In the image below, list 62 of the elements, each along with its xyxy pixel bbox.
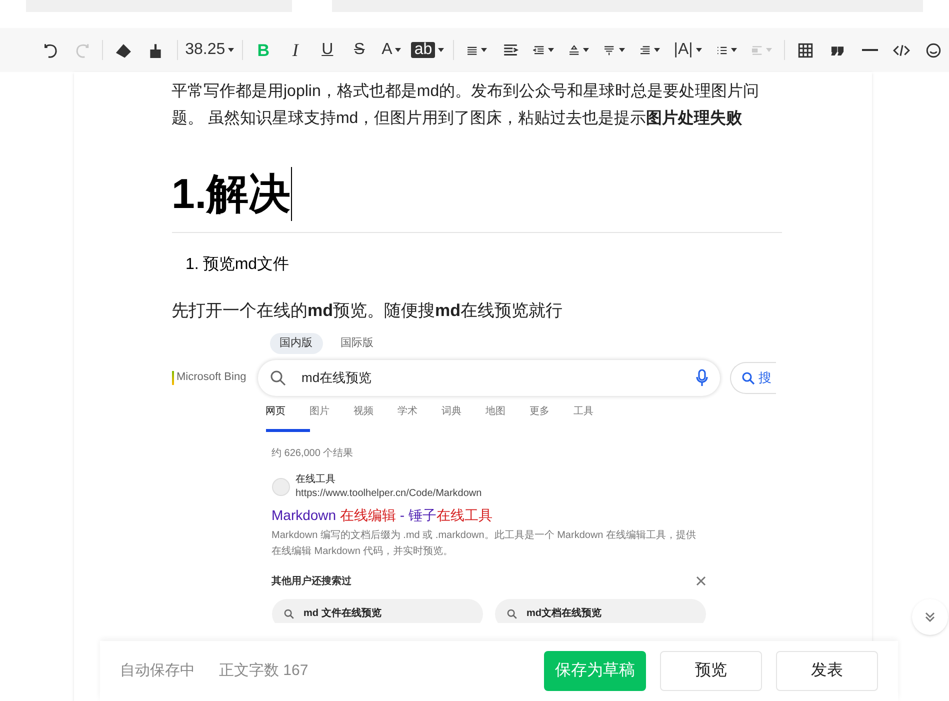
format-button[interactable]: I [280, 36, 310, 64]
paragraph: 先打开一个在线的md预览。随便搜md在线预览就行 [172, 300, 564, 322]
search-tab[interactable]: 学术 [398, 402, 442, 432]
dropdown-caret-icon [481, 48, 488, 52]
visual-search-button[interactable]: 搜 [730, 362, 776, 394]
search-tab[interactable]: 网页 [266, 402, 310, 432]
dropdown-caret-icon [766, 48, 772, 52]
search-icon [270, 370, 286, 386]
word-count: 正文字数 167 [219, 660, 308, 681]
format-button[interactable]: 38.25 [184, 36, 236, 64]
version-tab[interactable]: 国际版 [330, 333, 384, 354]
format-button[interactable]: S [344, 36, 374, 64]
site-favicon-icon [272, 478, 290, 496]
search-field[interactable]: md在线预览 [258, 360, 720, 396]
dropdown-caret-icon [548, 48, 554, 52]
search-tab[interactable]: 地图 [486, 402, 530, 432]
related-search-chip[interactable]: md文档在线预览 [494, 598, 706, 623]
search-tab[interactable]: 视频 [354, 402, 398, 432]
double-chevron-down-icon [923, 610, 937, 624]
dropdown-caret-icon [228, 48, 234, 52]
list-item: 预览md文件 [202, 254, 290, 275]
list-number: 1. [186, 255, 199, 275]
dropdown-caret-icon [583, 48, 590, 52]
indent-icon [502, 42, 519, 58]
related-search-chip[interactable]: md 文件在线预览 [272, 598, 482, 623]
dropdown-caret-icon [618, 48, 625, 52]
search-tab[interactable]: 工具 [574, 402, 618, 432]
microphone-icon [696, 368, 708, 386]
search-tab[interactable]: 词典 [442, 402, 486, 432]
site-url: https://www.toolhelper.cn/Code/Markdown [296, 486, 482, 500]
dropdown-caret-icon [438, 48, 444, 52]
visual-search-icon [740, 370, 754, 384]
footer-button[interactable]: 预览 [660, 651, 762, 691]
heading: 1.解决 [172, 169, 291, 219]
dropdown-caret-icon [395, 48, 402, 52]
site-name: 在线工具 [296, 472, 336, 486]
related-heading: 其他用户还搜索过 [272, 574, 352, 588]
close-icon[interactable] [696, 576, 706, 586]
footer-button[interactable]: 发表 [776, 651, 878, 691]
smiley-icon [925, 42, 942, 58]
result-snippet: Markdown 编写的文档后缀为 .md 或 .markdown。此工具是一个 Markdown 在线编辑工具，提供在线编辑 Markdown 代码，并实时预览。 [272, 528, 698, 558]
dropdown-caret-icon [654, 48, 660, 52]
eraser-icon [115, 42, 132, 58]
search-icon [506, 608, 516, 618]
dropdown-caret-icon [730, 48, 737, 52]
format-button[interactable]: U [312, 36, 342, 64]
search-tab[interactable]: 图片 [310, 402, 354, 432]
format-button[interactable]: A [376, 36, 406, 64]
version-tab[interactable]: 国内版 [270, 333, 322, 354]
paragraph: 平常写作都是用joplin，格式也都是md的。发布到公众号和星球时总是要处理图片问题。 虽然知识星球支持md，但图片用到了图床，粘贴过去也是提示图片处理失败 [172, 82, 760, 129]
autosave-status: 自动保存中 [120, 660, 195, 681]
format-button[interactable]: ab [408, 36, 448, 64]
table-icon [797, 42, 814, 58]
horizontal-rule-icon [862, 49, 878, 51]
logo-text: Microsoft Bing [176, 370, 246, 386]
search-icon [284, 608, 294, 618]
format-button[interactable]: |A| [668, 36, 708, 64]
result-count: 约 626,000 个结果 [272, 446, 354, 460]
result-link[interactable]: Markdown 在线编辑 - 锤子在线工具 [272, 504, 706, 526]
search-tab[interactable]: 更多 [530, 402, 574, 432]
dropdown-caret-icon [696, 48, 702, 52]
text-cursor [290, 167, 292, 221]
